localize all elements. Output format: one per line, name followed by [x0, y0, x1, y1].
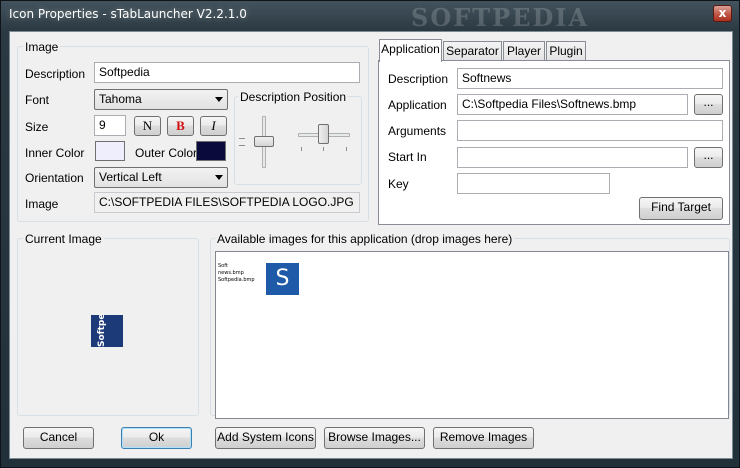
- size-label: Size: [25, 120, 49, 134]
- vertical-position-slider[interactable]: [254, 136, 274, 147]
- outer-color-swatch[interactable]: [196, 141, 226, 161]
- application-path-input[interactable]: C:\Softpedia Files\Softnews.bmp: [457, 94, 688, 115]
- image-path-field: C:\SOFTPEDIA FILES\SOFTPEDIA LOGO.JPG: [94, 192, 360, 213]
- tick-mark: [239, 145, 245, 146]
- description-position-label: Description Position: [238, 90, 349, 104]
- orientation-select[interactable]: Vertical Left: [94, 167, 228, 188]
- current-image-label: Current Image: [23, 232, 104, 246]
- current-image-text: Softpedia: [97, 315, 107, 347]
- tab-player[interactable]: Player: [503, 41, 545, 61]
- remove-images-button[interactable]: Remove Images: [433, 427, 534, 449]
- horizontal-position-slider[interactable]: [318, 124, 329, 144]
- find-target-button[interactable]: Find Target: [639, 197, 723, 220]
- arguments-input[interactable]: [457, 120, 723, 141]
- current-image-preview: Softpedia: [91, 315, 123, 347]
- icon-properties-window: Icon Properties - sTabLauncher V2.2.1.0 …: [0, 0, 740, 468]
- title-bar[interactable]: Icon Properties - sTabLauncher V2.2.1.0 …: [1, 1, 739, 32]
- close-button[interactable]: x: [713, 5, 732, 22]
- tick-mark: [239, 138, 245, 139]
- image-path-label: Image: [25, 197, 59, 211]
- chevron-down-icon: [215, 97, 223, 102]
- arguments-label: Arguments: [388, 124, 447, 138]
- description-input[interactable]: Softpedia: [94, 62, 360, 83]
- tab-separator[interactable]: Separator: [443, 41, 502, 61]
- size-input[interactable]: 9: [94, 115, 126, 136]
- add-system-icons-button[interactable]: Add System Icons: [215, 427, 316, 449]
- available-images-label: Available images for this application (d…: [215, 232, 515, 246]
- start-in-label: Start In: [388, 150, 427, 164]
- inner-color-label: Inner Color: [25, 146, 85, 160]
- inner-color-swatch[interactable]: [95, 141, 125, 161]
- description-label: Description: [25, 67, 86, 81]
- app-description-label: Description: [388, 72, 449, 86]
- bold-style-button[interactable]: B: [167, 116, 194, 136]
- start-in-browse-button[interactable]: ...: [694, 147, 723, 168]
- window-title: Icon Properties - sTabLauncher V2.2.1.0: [9, 7, 247, 21]
- softnews-thumbnail[interactable]: Soft news.bmp Softpedia.bmp: [218, 263, 264, 297]
- font-select-value: Tahoma: [99, 92, 142, 106]
- image-group-label: Image: [23, 40, 61, 54]
- browse-images-button[interactable]: Browse Images...: [324, 427, 425, 449]
- app-description-input[interactable]: Softnews: [457, 68, 723, 89]
- tick-mark: [301, 147, 302, 151]
- normal-style-button[interactable]: N: [134, 116, 161, 136]
- softpedia-watermark: SOFTPEDIA: [411, 3, 590, 32]
- tick-mark: [323, 147, 324, 151]
- tick-mark: [346, 147, 347, 151]
- application-tab-panel: Description Softnews Application C:\Soft…: [378, 60, 730, 225]
- start-in-input[interactable]: [457, 147, 688, 168]
- outer-color-label: Outer Color: [135, 146, 198, 160]
- thumb-line: Softpedia.bmp: [218, 277, 255, 283]
- italic-style-button[interactable]: I: [200, 116, 227, 136]
- application-browse-button[interactable]: ...: [694, 94, 723, 115]
- tab-plugin[interactable]: Plugin: [546, 41, 586, 61]
- ok-button[interactable]: Ok: [121, 427, 192, 449]
- font-select[interactable]: Tahoma: [94, 89, 228, 110]
- key-label: Key: [388, 177, 409, 191]
- chevron-down-icon: [215, 175, 223, 180]
- softpedia-logo-thumbnail[interactable]: S: [266, 263, 299, 295]
- font-label: Font: [25, 93, 50, 107]
- thumb-line: news.bmp: [218, 270, 244, 276]
- tab-application[interactable]: Application: [379, 39, 442, 62]
- orientation-select-value: Vertical Left: [99, 170, 162, 184]
- orientation-label: Orientation: [25, 171, 84, 185]
- application-label: Application: [388, 98, 447, 112]
- hotkey-input[interactable]: [457, 173, 610, 194]
- available-images-list[interactable]: Soft news.bmp Softpedia.bmp S: [215, 251, 729, 419]
- cancel-button[interactable]: Cancel: [23, 427, 94, 449]
- dialog-client-area: Image Description Softpedia Font Tahoma …: [9, 31, 733, 459]
- thumb-line: Soft: [218, 263, 228, 269]
